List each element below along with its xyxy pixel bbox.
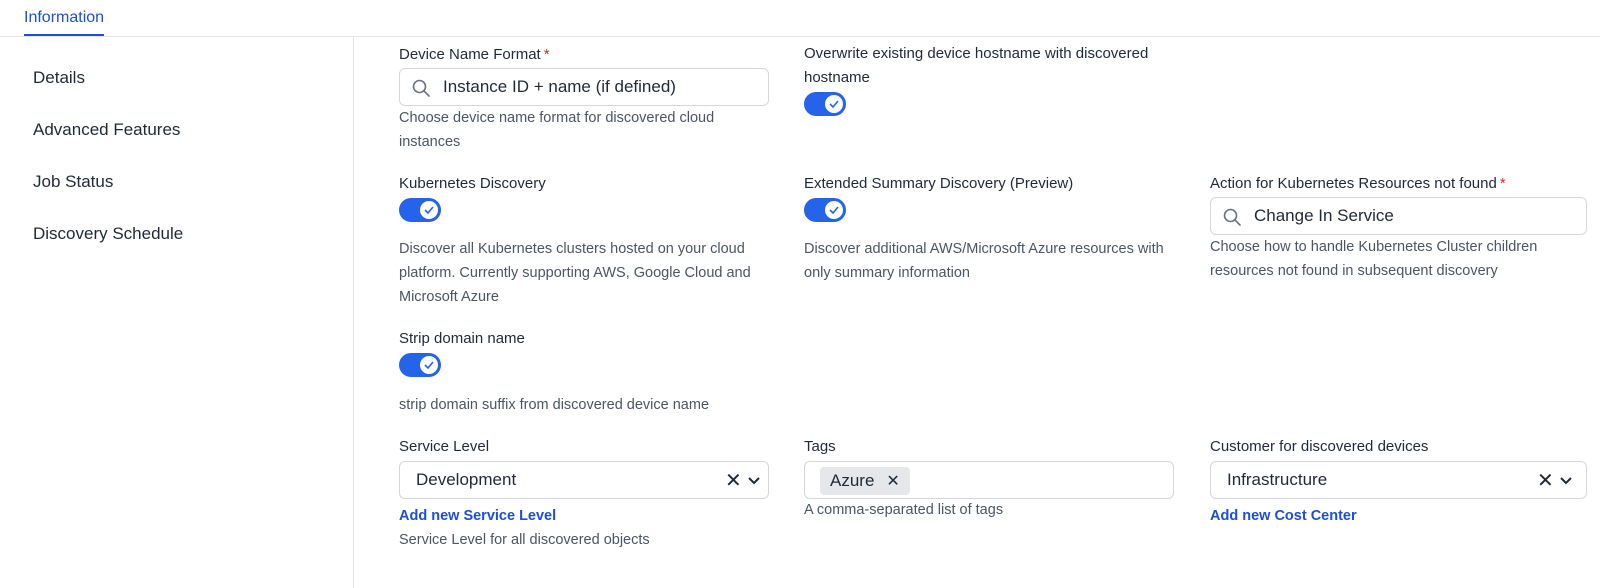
- chevron-down-icon[interactable]: [1559, 473, 1573, 487]
- service-level-select[interactable]: Development ✕: [399, 461, 769, 499]
- close-icon[interactable]: ✕: [725, 468, 742, 493]
- search-icon: [1222, 207, 1242, 227]
- toggle-knob: [420, 201, 438, 219]
- tag-chip: Azure ✕: [820, 467, 910, 495]
- required-mark: *: [543, 46, 550, 63]
- k8s-not-found-select[interactable]: Change In Service: [1210, 197, 1587, 235]
- device-name-format-value: Instance ID + name (if defined): [443, 77, 676, 96]
- extended-summary-toggle[interactable]: [804, 198, 846, 222]
- check-icon: [424, 206, 434, 214]
- tab-bar: Information: [0, 0, 1600, 37]
- required-mark: *: [1499, 175, 1506, 192]
- strip-domain-label: Strip domain name: [399, 330, 525, 347]
- check-icon: [424, 361, 434, 369]
- service-level-value: Development: [416, 470, 517, 489]
- sidebar-item-details[interactable]: Details: [33, 68, 85, 88]
- overwrite-hostname-label: Overwrite existing device hostname with …: [804, 45, 1149, 86]
- device-name-format-label-text: Device Name Format: [399, 46, 541, 63]
- device-name-format-help: Choose device name format for discovered…: [399, 110, 715, 150]
- sidebar: Details Advanced Features Job Status Dis…: [0, 37, 354, 588]
- close-icon[interactable]: ✕: [1537, 468, 1554, 493]
- tab-information[interactable]: Information: [24, 9, 105, 36]
- tag-chip-label: Azure: [830, 471, 875, 490]
- tags-input[interactable]: Azure ✕: [804, 461, 1174, 499]
- tags-help: A comma-separated list of tags: [804, 502, 1004, 518]
- service-level-help: Service Level for all discovered objects: [399, 532, 650, 548]
- sidebar-item-advanced-features[interactable]: Advanced Features: [33, 120, 180, 140]
- toggle-knob: [825, 201, 843, 219]
- close-icon[interactable]: ✕: [886, 473, 899, 490]
- kubernetes-discovery-label: Kubernetes Discovery: [399, 175, 546, 192]
- check-icon: [829, 100, 839, 108]
- service-level-label: Service Level: [399, 438, 490, 455]
- k8s-not-found-value: Change In Service: [1254, 206, 1394, 225]
- sidebar-item-job-status[interactable]: Job Status: [33, 172, 113, 192]
- k8s-not-found-help: Choose how to handle Kubernetes Cluster …: [1210, 239, 1538, 279]
- customer-label: Customer for discovered devices: [1210, 438, 1429, 455]
- add-service-level-link[interactable]: Add new Service Level: [399, 508, 556, 524]
- extended-summary-label: Extended Summary Discovery (Preview): [804, 175, 1074, 192]
- strip-domain-toggle[interactable]: [399, 353, 441, 377]
- toggle-knob: [420, 356, 438, 374]
- device-name-format-select[interactable]: Instance ID + name (if defined): [399, 68, 769, 106]
- toggle-knob: [825, 95, 843, 113]
- strip-domain-help: strip domain suffix from discovered devi…: [399, 397, 710, 413]
- extended-summary-help: Discover additional AWS/Microsoft Azure …: [804, 241, 1164, 281]
- search-icon: [411, 78, 431, 98]
- add-cost-center-link[interactable]: Add new Cost Center: [1210, 508, 1357, 524]
- customer-value: Infrastructure: [1227, 470, 1328, 489]
- settings-form: Device Name Format * Instance ID + name (…: [355, 37, 1600, 588]
- customer-select[interactable]: Infrastructure ✕: [1210, 461, 1587, 499]
- check-icon: [829, 206, 839, 214]
- kubernetes-discovery-help: Discover all Kubernetes clusters hosted …: [399, 241, 751, 305]
- chevron-down-icon[interactable]: [747, 473, 761, 487]
- overwrite-hostname-toggle[interactable]: [804, 92, 846, 116]
- k8s-not-found-label: Action for Kubernetes Resources not foun…: [1210, 175, 1506, 192]
- sidebar-item-discovery-schedule[interactable]: Discovery Schedule: [33, 224, 183, 244]
- tags-label: Tags: [804, 438, 836, 455]
- kubernetes-discovery-toggle[interactable]: [399, 198, 441, 222]
- device-name-format-label: Device Name Format *: [399, 46, 550, 63]
- k8s-not-found-label-text: Action for Kubernetes Resources not foun…: [1210, 175, 1497, 192]
